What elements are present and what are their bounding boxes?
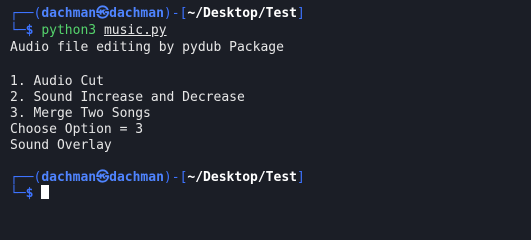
menu-option-1: 1. Audio Cut xyxy=(10,74,104,89)
command-line-2[interactable]: └─$ xyxy=(10,185,50,202)
prompt-branch: └─ xyxy=(10,23,26,38)
command-argument: music.py xyxy=(103,23,167,38)
prompt-path: ~/Desktop/Test xyxy=(187,170,297,185)
choice-line: Choose Option = 3 xyxy=(10,122,144,137)
prompt-user: dachman xyxy=(41,170,97,185)
prompt-dollar: $ xyxy=(25,186,34,201)
output-title: Audio file editing by pydub Package xyxy=(10,40,284,55)
prompt-header-2: ┌──(dachman㉿dachman)-[~/Desktop/Test] xyxy=(10,169,305,186)
command-name: python3 xyxy=(41,23,97,38)
prompt-branch: └─ xyxy=(10,186,26,201)
prompt-at-symbol: ㉿ xyxy=(96,170,110,185)
result-line: Sound Overlay xyxy=(10,138,112,153)
terminal-window[interactable]: ┌──(dachman㉿dachman)-[~/Desktop/Test] └─… xyxy=(0,0,531,206)
text-cursor xyxy=(41,185,50,199)
prompt-bracket-close: ] xyxy=(296,6,305,21)
prompt-separator: )-[ xyxy=(163,6,188,21)
prompt-header-1: ┌──(dachman㉿dachman)-[~/Desktop/Test] xyxy=(10,5,305,22)
prompt-path: ~/Desktop/Test xyxy=(187,6,297,21)
menu-option-2: 2. Sound Increase and Decrease xyxy=(10,90,245,105)
menu-option-3: 3. Merge Two Songs xyxy=(10,106,151,121)
prompt-bracket-open: ┌──( xyxy=(10,6,42,21)
prompt-at-symbol: ㉿ xyxy=(96,6,110,21)
command-line-1: └─$ python3 music.py xyxy=(10,22,167,39)
prompt-separator: )-[ xyxy=(163,170,188,185)
prompt-host: dachman xyxy=(109,170,164,185)
prompt-bracket-open: ┌──( xyxy=(10,170,42,185)
prompt-user: dachman xyxy=(41,6,97,21)
prompt-dollar: $ xyxy=(25,23,34,38)
prompt-bracket-close: ] xyxy=(296,170,305,185)
prompt-host: dachman xyxy=(109,6,164,21)
